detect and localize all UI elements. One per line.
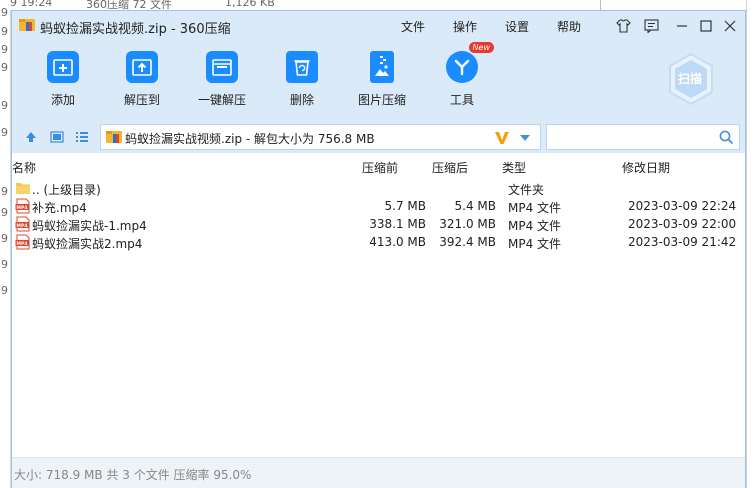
- column-header: 名称 压缩前 压缩后 类型 修改日期: [12, 157, 745, 177]
- column-modified[interactable]: 修改日期: [622, 159, 670, 176]
- file-list: .. (上级目录) 文件夹 MP4 补充.mp4 5.7 MB 5.4 MB M…: [12, 179, 745, 459]
- scan-label: 扫描: [678, 72, 703, 86]
- feedback-icon[interactable]: [643, 18, 659, 34]
- bg-digit: 9: [1, 99, 8, 112]
- add-button[interactable]: 添加: [33, 51, 93, 108]
- column-name[interactable]: 名称: [12, 159, 36, 176]
- file-modified: 2023-03-09 21:42: [628, 235, 737, 249]
- background-right-column: [746, 0, 756, 488]
- file-packed: 392.4 MB: [439, 235, 496, 249]
- column-type[interactable]: 类型: [502, 159, 526, 176]
- maximize-icon[interactable]: [698, 18, 714, 34]
- bg-time: 9 19:24: [10, 0, 53, 9]
- delete-label: 删除: [289, 93, 314, 107]
- list-item-parent[interactable]: .. (上级目录) 文件夹: [12, 179, 745, 197]
- v-badge-icon[interactable]: [494, 130, 510, 146]
- main-toolbar: 添加 解压到 一键解压 删除 图片压缩 New 工具 扫描: [12, 41, 745, 119]
- trash-icon: [286, 51, 318, 83]
- bg-digit: 9: [1, 232, 8, 245]
- file-packed: 321.0 MB: [439, 217, 496, 231]
- bg-digit: 9: [1, 61, 8, 74]
- mp4-file-icon: MP4: [15, 216, 30, 232]
- window-title: 蚂蚁捡漏实战视频.zip - 360压缩: [40, 22, 231, 37]
- menu-help[interactable]: 帮助: [557, 18, 581, 35]
- file-name: 蚂蚁捡漏实战-1.mp4: [32, 219, 147, 233]
- add-file-icon: [47, 51, 79, 83]
- bg-digit: 9: [1, 284, 8, 297]
- svg-text:MP4: MP4: [16, 223, 27, 229]
- file-name: 补充.mp4: [32, 201, 87, 215]
- tools-label: 工具: [449, 93, 474, 107]
- bg-digit: 9: [1, 258, 8, 271]
- file-name: .. (上级目录): [32, 183, 101, 197]
- search-icon[interactable]: [719, 130, 734, 145]
- skin-shirt-icon[interactable]: [615, 18, 631, 34]
- list-item[interactable]: MP4 蚂蚁捡漏实战-1.mp4 338.1 MB 321.0 MB MP4 文…: [12, 215, 745, 233]
- svg-text:MP4: MP4: [16, 205, 27, 211]
- menu-file[interactable]: 文件: [401, 18, 425, 35]
- add-label: 添加: [50, 93, 75, 107]
- list-view-icon[interactable]: [74, 130, 90, 144]
- bg-size: 1,126 KB: [225, 0, 275, 9]
- extract-to-label: 解压到: [123, 93, 160, 107]
- scan-button[interactable]: 扫描: [668, 52, 714, 106]
- file-type: 文件夹: [508, 183, 545, 197]
- svg-text:MP4: MP4: [16, 241, 27, 247]
- column-size[interactable]: 压缩前: [362, 159, 398, 176]
- close-icon[interactable]: [722, 18, 738, 34]
- path-field[interactable]: 蚂蚁捡漏实战视频.zip - 解包大小为 756.8 MB: [100, 124, 541, 150]
- column-packed[interactable]: 压缩后: [432, 159, 468, 176]
- file-type: MP4 文件: [508, 237, 562, 251]
- list-item[interactable]: MP4 蚂蚁捡漏实战2.mp4 413.0 MB 392.4 MB MP4 文件…: [12, 233, 745, 251]
- file-modified: 2023-03-09 22:24: [628, 199, 737, 213]
- file-name: 蚂蚁捡漏实战2.mp4: [32, 237, 143, 251]
- menu-settings[interactable]: 设置: [505, 18, 529, 35]
- tools-button[interactable]: New 工具: [432, 42, 494, 108]
- file-type: MP4 文件: [508, 201, 562, 215]
- bg-digit: 9: [1, 6, 8, 19]
- bg-divider: [600, 0, 756, 10]
- path-text: 蚂蚁捡漏实战视频.zip - 解包大小为 756.8 MB: [125, 132, 375, 146]
- file-type: MP4 文件: [508, 219, 562, 233]
- file-size: 413.0 MB: [369, 235, 426, 249]
- extract-to-icon: [126, 51, 158, 83]
- bg-digit: 9: [1, 25, 8, 38]
- tools-icon: New: [446, 42, 494, 83]
- image-compress-label: 图片压缩: [357, 93, 406, 107]
- background-left-column: 9 9 9 9 9 9 9 9 9 9 9: [0, 6, 11, 488]
- bg-digit: 9: [1, 185, 8, 198]
- extract-to-button[interactable]: 解压到: [112, 51, 172, 108]
- menu-operate[interactable]: 操作: [453, 18, 477, 35]
- bg-digit: 9: [1, 43, 8, 56]
- archive-window: 蚂蚁捡漏实战视频.zip - 360压缩 文件 操作 设置 帮助 添加 解压到 …: [11, 10, 746, 488]
- status-text: 大小: 718.9 MB 共 3 个文件 压缩率 95.0%: [14, 468, 252, 482]
- list-item[interactable]: MP4 补充.mp4 5.7 MB 5.4 MB MP4 文件 2023-03-…: [12, 197, 745, 215]
- quick-extract-label: 一键解压: [197, 93, 246, 107]
- zip-archive-icon: [106, 131, 122, 143]
- image-compress-icon: [370, 51, 394, 83]
- file-modified: 2023-03-09 22:00: [628, 217, 737, 231]
- zip-archive-icon: [19, 19, 35, 31]
- bg-digit: 9: [1, 206, 8, 219]
- file-packed: 5.4 MB: [454, 199, 496, 213]
- chevron-down-icon[interactable]: [519, 134, 531, 142]
- quick-extract-button[interactable]: 一键解压: [192, 51, 252, 108]
- minimize-icon[interactable]: [674, 18, 690, 34]
- title-bar[interactable]: 蚂蚁捡漏实战视频.zip - 360压缩 文件 操作 设置 帮助: [12, 11, 745, 41]
- delete-button[interactable]: 删除: [272, 51, 332, 108]
- search-input[interactable]: [546, 124, 740, 150]
- up-arrow-icon[interactable]: [23, 130, 39, 144]
- status-bar: 大小: 718.9 MB 共 3 个文件 压缩率 95.0%: [12, 457, 745, 488]
- new-badge: New: [468, 42, 494, 53]
- image-compress-button[interactable]: 图片压缩: [352, 51, 412, 108]
- file-size: 5.7 MB: [384, 199, 426, 213]
- thumbnail-view-icon[interactable]: [49, 130, 65, 144]
- bg-digit: 9: [1, 126, 8, 139]
- file-size: 338.1 MB: [369, 217, 426, 231]
- address-bar: 蚂蚁捡漏实战视频.zip - 解包大小为 756.8 MB: [12, 119, 745, 153]
- folder-icon: [16, 183, 30, 194]
- quick-extract-icon: [206, 51, 238, 83]
- mp4-file-icon: MP4: [15, 234, 30, 250]
- mp4-file-icon: MP4: [15, 198, 30, 214]
